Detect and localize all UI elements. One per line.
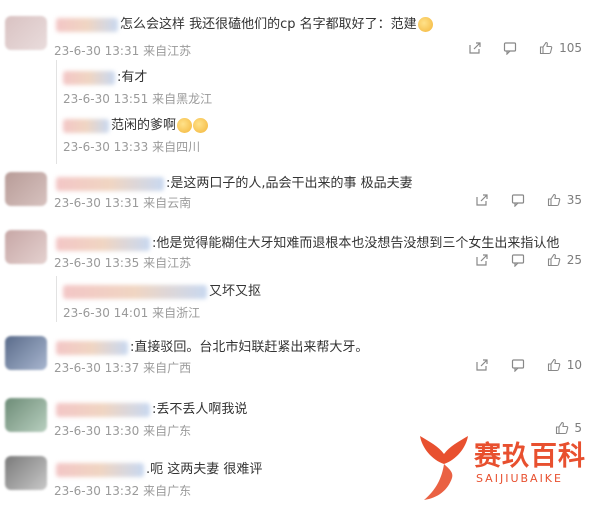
watermark-subtitle: SAIJIUBAIKE [476, 472, 563, 485]
reply-thread: :有才 23-6-30 13:51 来自黑龙江 范闲的爹啊 23-6-30 13… [56, 60, 577, 164]
like-count: 5 [574, 420, 582, 435]
blurred-username[interactable] [56, 462, 144, 477]
comment-icon[interactable] [511, 192, 525, 207]
cat-emoji-icon [177, 118, 193, 133]
comment-meta: 23-6-30 13:31 来自云南 [54, 194, 191, 211]
reply-line: 又坏又抠 [63, 280, 261, 299]
like-count: 10 [566, 357, 582, 372]
like-button[interactable]: 35 [547, 192, 582, 207]
reply-meta: 23-6-30 13:33 来自四川 [63, 138, 200, 155]
emoji-icon [417, 17, 433, 32]
comment-actions: 35 [457, 192, 582, 207]
comment-location: 来自江苏 [143, 256, 192, 270]
like-button[interactable]: 105 [539, 40, 582, 55]
reply-time: 23-6-30 13:33 [63, 140, 149, 154]
blurred-username[interactable] [63, 70, 115, 85]
reply-location: 来自黑龙江 [152, 92, 213, 106]
thumbs-up-icon [540, 41, 553, 54]
like-count: 25 [566, 252, 582, 267]
comment-text: :是这两口子的人,品会干出来的事 极品夫妻 [166, 176, 413, 191]
reply-time: 23-6-30 14:01 [63, 306, 149, 320]
comment-icon[interactable] [511, 357, 525, 372]
comment-time: 23-6-30 13:35 [54, 256, 140, 270]
reply-meta: 23-6-30 14:01 来自浙江 [63, 304, 200, 321]
comment-text: .呃 这两夫妻 很难评 [146, 462, 263, 477]
reply-text: :有才 [117, 70, 148, 85]
like-button[interactable]: 5 [555, 420, 582, 435]
share-icon[interactable] [475, 357, 489, 372]
comment-meta: 23-6-30 13:37 来自广西 [54, 359, 191, 376]
reply-line: :有才 [63, 66, 147, 85]
comment-text: :丢不丢人啊我说 [152, 402, 248, 417]
like-count: 35 [566, 192, 582, 207]
like-button[interactable]: 10 [547, 357, 582, 372]
comment-location: 来自江苏 [143, 44, 192, 58]
thumbs-up-icon [555, 421, 568, 434]
reply-location: 来自浙江 [152, 306, 201, 320]
comment-location: 来自广东 [143, 484, 192, 498]
avatar[interactable] [5, 336, 47, 370]
comment-meta: 23-6-30 13:32 来自广东 [54, 482, 191, 499]
comment-location: 来自广东 [143, 424, 192, 438]
comment-text-line: .呃 这两夫妻 很难评 [56, 458, 262, 477]
avatar[interactable] [5, 16, 47, 50]
reply-line: 范闲的爹啊 [63, 114, 209, 133]
thumbs-up-icon [547, 358, 561, 371]
reply-text: 范闲的爹啊 [111, 118, 177, 133]
comment-actions: 25 [457, 252, 582, 267]
comment-actions: 105 [450, 40, 582, 55]
watermark-title: 赛玖百科 [474, 441, 586, 472]
comment-text-line: :丢不丢人啊我说 [56, 398, 247, 417]
comment-location: 来自广西 [143, 361, 192, 375]
thumbs-up-icon [547, 193, 561, 206]
blurred-username[interactable] [56, 340, 128, 355]
reply-text: 又坏又抠 [209, 284, 262, 299]
avatar[interactable] [5, 398, 47, 432]
cat-emoji-icon [193, 118, 209, 133]
comment-icon[interactable] [511, 252, 525, 267]
comment-time: 23-6-30 13:31 [54, 196, 140, 210]
comment-time: 23-6-30 13:37 [54, 361, 140, 375]
watermark-logo: 赛玖百科 SAIJIUBAIKE [418, 434, 600, 508]
comment-time: 23-6-30 13:31 [54, 44, 140, 58]
reply-meta: 23-6-30 13:51 来自黑龙江 [63, 90, 212, 107]
comment-text: :直接驳回。台北市妇联赶紧出来帮大牙。 [130, 340, 369, 355]
comment-time: 23-6-30 13:30 [54, 424, 140, 438]
comment-text: :他是觉得能糊住大牙知难而退根本也没想告没想到三个女生出来指认他 [152, 236, 560, 251]
comment-text-line: 怎么会这样 我还很磕他们的cp 名字都取好了：范建 [56, 13, 433, 32]
comment-text-line: :他是觉得能糊住大牙知难而退根本也没想告没想到三个女生出来指认他 [56, 232, 559, 251]
blurred-username[interactable] [56, 176, 164, 191]
reply-location: 来自四川 [152, 140, 201, 154]
like-button[interactable]: 25 [547, 252, 582, 267]
comment-meta: 23-6-30 13:30 来自广东 [54, 422, 191, 439]
comment-text: 怎么会这样 我还很磕他们的cp 名字都取好了：范建 [120, 17, 417, 32]
blurred-username[interactable] [56, 236, 150, 251]
reply-time: 23-6-30 13:51 [63, 92, 149, 106]
share-icon[interactable] [468, 40, 482, 55]
reply-thread: 又坏又抠 23-6-30 14:01 来自浙江 [56, 276, 577, 322]
comment-meta: 23-6-30 13:31 来自江苏 [54, 42, 191, 59]
thumbs-up-icon [547, 253, 561, 266]
share-icon[interactable] [475, 192, 489, 207]
comment-text-line: :直接驳回。台北市妇联赶紧出来帮大牙。 [56, 336, 368, 355]
blurred-username[interactable] [56, 402, 150, 417]
avatar[interactable] [5, 456, 47, 490]
avatar[interactable] [5, 230, 47, 264]
comment-actions: 5 [537, 420, 582, 435]
comment-text-line: :是这两口子的人,品会干出来的事 极品夫妻 [56, 172, 413, 191]
share-icon[interactable] [475, 252, 489, 267]
blurred-username[interactable] [63, 118, 109, 133]
comment-icon[interactable] [503, 40, 517, 55]
comment-location: 来自云南 [143, 196, 192, 210]
comment-actions: 10 [457, 357, 582, 372]
blurred-username[interactable] [56, 17, 118, 32]
avatar[interactable] [5, 172, 47, 206]
comment-time: 23-6-30 13:32 [54, 484, 140, 498]
blurred-username[interactable] [63, 284, 207, 299]
whale-tail-icon [420, 436, 468, 500]
comment-meta: 23-6-30 13:35 来自江苏 [54, 254, 191, 271]
like-count: 105 [559, 40, 582, 55]
